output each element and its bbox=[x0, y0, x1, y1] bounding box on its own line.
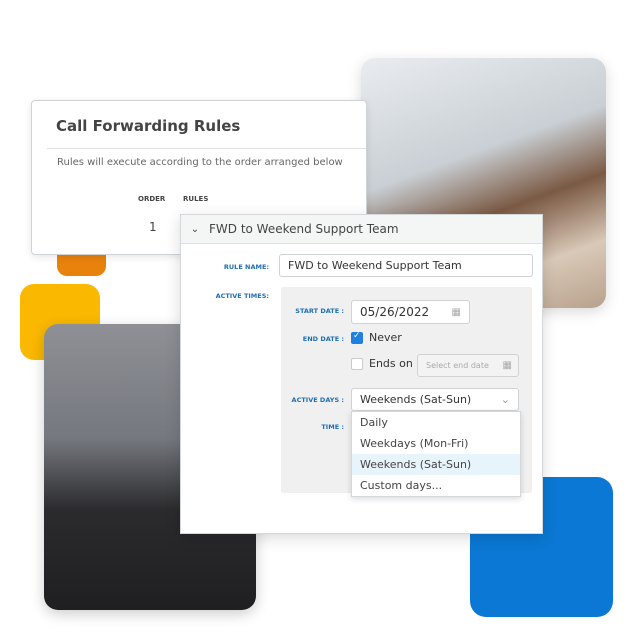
calendar-icon[interactable]: ▦ bbox=[452, 307, 461, 318]
option-weekdays[interactable]: Weekdays (Mon-Fri) bbox=[352, 433, 520, 454]
start-date-input[interactable]: 05/26/2022 ▦ bbox=[351, 300, 470, 324]
calendar-icon[interactable]: ▦ bbox=[503, 360, 512, 371]
option-custom-days[interactable]: Custom days... bbox=[352, 475, 520, 496]
rule-editor-panel: ⌄ FWD to Weekend Support Team RULE NAME:… bbox=[180, 214, 543, 534]
card-subtitle: Rules will execute according to the orde… bbox=[57, 157, 343, 168]
rule-name-input[interactable]: FWD to Weekend Support Team bbox=[279, 254, 533, 277]
chevron-down-icon[interactable]: ⌄ bbox=[181, 224, 209, 235]
never-checkbox[interactable]: ✓ bbox=[351, 331, 363, 344]
rule-header-title: FWD to Weekend Support Team bbox=[209, 222, 399, 236]
rules-column-header: RULES bbox=[183, 195, 209, 203]
rule-header[interactable]: ⌄ FWD to Weekend Support Team bbox=[181, 215, 542, 244]
active-days-label: ACTIVE DAYS : bbox=[291, 396, 344, 404]
option-weekends[interactable]: Weekends (Sat-Sun) bbox=[352, 454, 520, 475]
option-daily[interactable]: Daily bbox=[352, 412, 520, 433]
time-label: TIME : bbox=[321, 423, 344, 431]
chevron-down-icon: ⌄ bbox=[500, 393, 510, 406]
order-number: 1 bbox=[149, 220, 157, 234]
start-date-value: 05/26/2022 bbox=[360, 305, 430, 319]
checkmark-icon: ✓ bbox=[353, 331, 361, 341]
card-title: Call Forwarding Rules bbox=[47, 101, 366, 149]
ends-on-checkbox[interactable] bbox=[351, 358, 363, 370]
never-label: Never bbox=[369, 331, 402, 344]
active-days-dropdown: Daily Weekdays (Mon-Fri) Weekends (Sat-S… bbox=[351, 411, 521, 497]
active-days-value: Weekends (Sat-Sun) bbox=[360, 393, 472, 406]
end-date-label: END DATE : bbox=[302, 335, 344, 343]
start-date-label: START DATE : bbox=[295, 307, 344, 315]
order-column-header: ORDER bbox=[138, 195, 166, 203]
active-days-select[interactable]: Weekends (Sat-Sun) ⌄ bbox=[351, 388, 519, 411]
ends-on-label: Ends on bbox=[369, 357, 413, 370]
end-date-input[interactable]: Select end date ▦ bbox=[417, 354, 519, 377]
active-times-label: ACTIVE TIMES: bbox=[215, 292, 269, 300]
end-date-placeholder: Select end date bbox=[426, 361, 489, 370]
rule-name-label: RULE NAME: bbox=[223, 263, 269, 271]
